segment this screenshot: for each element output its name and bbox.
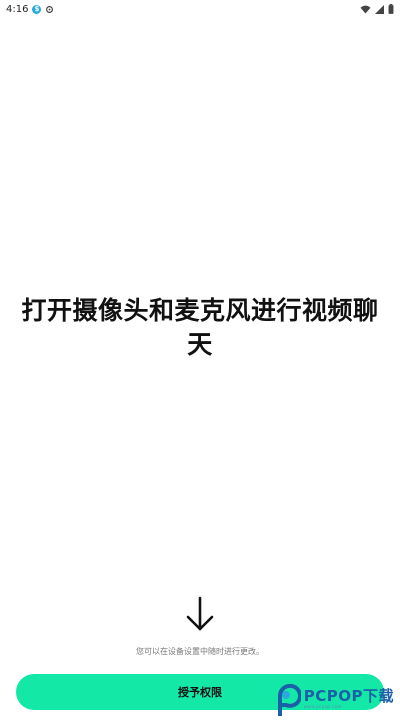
page-title: 打开摄像头和麦克风进行视频聊天 [21, 296, 379, 359]
watermark: PCPOP下载 www.pcpop.com [271, 682, 394, 717]
status-bar: 4:16 $ [0, 0, 400, 18]
status-left: 4:16 $ [6, 4, 54, 15]
signal-icon [375, 4, 384, 14]
pcpop-logo-icon [271, 682, 302, 717]
watermark-subtext: www.pcpop.com [303, 704, 342, 709]
status-time: 4:16 [6, 3, 29, 15]
settings-hint: 您可以在设备设置中随时进行更改。 [136, 647, 264, 656]
watermark-text-group: PCPOP下载 www.pcpop.com [304, 689, 394, 709]
battery-icon [388, 4, 394, 14]
arrow-down-icon [184, 596, 216, 632]
settings-icon [45, 5, 54, 14]
watermark-text: PCPOP下载 [303, 687, 394, 705]
status-right [360, 4, 394, 14]
notification-icon: $ [32, 4, 42, 14]
permission-screen: 4:16 $ 打开摄像头和麦克风进行视频聊天 您可以在设备设置中随时进行更改。 … [0, 0, 400, 720]
wifi-icon [360, 5, 371, 14]
